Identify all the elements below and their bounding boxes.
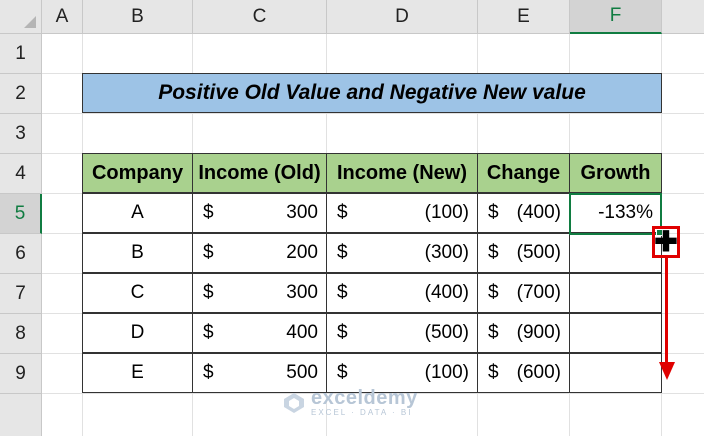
cell-company[interactable]: B	[82, 233, 193, 273]
column-header-b[interactable]: B	[83, 0, 193, 34]
cell-income-new[interactable]: $ (100)	[326, 193, 478, 233]
cell-income-old[interactable]: $300	[192, 273, 327, 313]
select-all-triangle-icon	[24, 16, 36, 28]
column-header-f[interactable]: F	[570, 0, 662, 34]
currency-symbol: $	[488, 282, 499, 303]
row-header-6[interactable]: 6	[0, 234, 42, 274]
cell-company[interactable]: D	[82, 313, 193, 353]
row-header-5[interactable]: 5	[0, 194, 42, 234]
cell-income-new[interactable]: $ (300)	[326, 233, 478, 273]
value: (500)	[424, 322, 469, 343]
value: 400	[286, 322, 318, 343]
cell-change[interactable]: $ (400)	[477, 193, 570, 233]
column-header-e[interactable]: E	[478, 0, 570, 34]
cell-company[interactable]: C	[82, 273, 193, 313]
column-header-a[interactable]: A	[42, 0, 83, 34]
crosshair-cursor-icon: ✚	[654, 226, 678, 257]
currency-symbol: $	[203, 242, 214, 263]
value: (100)	[424, 202, 469, 223]
currency-symbol: $	[337, 362, 348, 383]
row-header-2[interactable]: 2	[0, 74, 42, 114]
value: (400)	[516, 202, 561, 223]
value: (400)	[424, 282, 469, 303]
cell-growth[interactable]	[569, 313, 662, 353]
currency-symbol: $	[337, 282, 348, 303]
value: (900)	[516, 322, 561, 343]
value: 200	[286, 242, 318, 263]
watermark: exceldemy EXCEL · DATA · BI	[283, 388, 418, 418]
value: 300	[286, 282, 318, 303]
drag-down-arrowhead-icon	[659, 362, 675, 380]
drag-down-arrow-icon	[665, 258, 668, 366]
row-header-10[interactable]	[0, 394, 42, 436]
currency-symbol: $	[337, 242, 348, 263]
cell-income-old[interactable]: $400	[192, 313, 327, 353]
value: (100)	[424, 362, 469, 383]
cell-growth[interactable]	[569, 273, 662, 313]
currency-symbol: $	[337, 322, 348, 343]
row-header-9[interactable]: 9	[0, 354, 42, 394]
watermark-name: exceldemy	[311, 387, 418, 409]
column-header-c[interactable]: C	[193, 0, 327, 34]
currency-symbol: $	[488, 202, 499, 223]
cell-income-old[interactable]: $300	[192, 193, 327, 233]
value: 500	[286, 362, 318, 383]
currency-symbol: $	[488, 362, 499, 383]
column-header-g[interactable]	[662, 0, 704, 34]
cell-income-old[interactable]: $200	[192, 233, 327, 273]
header-growth[interactable]: Growth	[569, 153, 662, 193]
cell-change[interactable]: $ (500)	[477, 233, 570, 273]
currency-symbol: $	[337, 202, 348, 223]
column-header-d[interactable]: D	[327, 0, 478, 34]
value: (700)	[516, 282, 561, 303]
cell-growth[interactable]	[569, 353, 662, 393]
active-cell-border	[569, 193, 662, 235]
currency-symbol: $	[203, 202, 214, 223]
sheet-title[interactable]: Positive Old Value and Negative New valu…	[82, 73, 662, 113]
cell-change[interactable]: $ (600)	[477, 353, 570, 393]
currency-symbol: $	[203, 362, 214, 383]
header-income-old[interactable]: Income (Old)	[192, 153, 327, 193]
gridline	[42, 113, 704, 114]
value: (600)	[516, 362, 561, 383]
cell-income-old[interactable]: $500	[192, 353, 327, 393]
row-header-4[interactable]: 4	[0, 154, 42, 194]
currency-symbol: $	[488, 242, 499, 263]
header-change[interactable]: Change	[477, 153, 570, 193]
value: (500)	[516, 242, 561, 263]
header-company[interactable]: Company	[82, 153, 193, 193]
cell-change[interactable]: $ (900)	[477, 313, 570, 353]
cell-change[interactable]: $ (700)	[477, 273, 570, 313]
cell-income-new[interactable]: $ (400)	[326, 273, 478, 313]
currency-symbol: $	[203, 322, 214, 343]
value: (300)	[424, 242, 469, 263]
row-header-3[interactable]: 3	[0, 114, 42, 154]
row-header-8[interactable]: 8	[0, 314, 42, 354]
row-header-7[interactable]: 7	[0, 274, 42, 314]
value: 300	[286, 202, 318, 223]
currency-symbol: $	[203, 282, 214, 303]
row-header-1[interactable]: 1	[0, 34, 42, 74]
cell-company[interactable]: E	[82, 353, 193, 393]
header-income-new[interactable]: Income (New)	[326, 153, 478, 193]
cell-company[interactable]: A	[82, 193, 193, 233]
cell-growth[interactable]	[569, 233, 662, 273]
watermark-tagline: EXCEL · DATA · BI	[311, 408, 413, 417]
exceldemy-logo-icon	[284, 393, 304, 413]
currency-symbol: $	[488, 322, 499, 343]
cell-income-new[interactable]: $ (500)	[326, 313, 478, 353]
